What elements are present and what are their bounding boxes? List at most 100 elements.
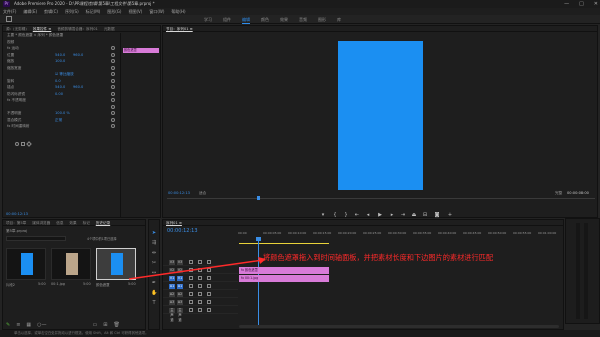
home-icon[interactable] xyxy=(6,16,12,22)
lock-icon[interactable] xyxy=(189,308,193,312)
mark-out-icon[interactable]: } xyxy=(343,212,349,218)
playhead-marker[interactable] xyxy=(257,196,260,200)
menu-clip[interactable]: 剪辑(C) xyxy=(44,8,58,15)
fit-dropdown[interactable]: 适合 xyxy=(199,191,206,196)
work-area-bar[interactable] xyxy=(239,243,329,244)
tab-program[interactable]: 节目：序列01 ≡ xyxy=(166,26,193,31)
project-thumb-2[interactable] xyxy=(51,248,91,280)
track-target[interactable]: 主声道 xyxy=(177,307,183,322)
ellipse-mask-icon[interactable] xyxy=(15,142,19,146)
tab-media-browser[interactable]: 媒体浏览器 xyxy=(32,220,50,225)
eye-icon[interactable] xyxy=(207,308,211,312)
mark-in-icon[interactable]: { xyxy=(332,212,338,218)
track-header[interactable]: A2 A2 xyxy=(163,290,238,298)
reset-icon[interactable] xyxy=(111,72,115,76)
menu-view[interactable]: 视图(V) xyxy=(128,8,142,15)
icon-view-icon[interactable]: ▦ xyxy=(26,323,31,328)
go-to-out-icon[interactable]: ⇥ xyxy=(400,212,406,218)
sync-icon[interactable] xyxy=(198,292,202,296)
maximize-button[interactable]: □ xyxy=(579,0,584,8)
track-target[interactable]: A2 xyxy=(177,291,183,297)
quality-dropdown[interactable]: 完整 xyxy=(555,191,562,196)
reset-icon[interactable] xyxy=(111,52,115,57)
reset-icon[interactable] xyxy=(111,59,115,63)
menu-window[interactable]: 窗口(W) xyxy=(149,8,164,15)
lift-icon[interactable]: ⏏ xyxy=(411,212,417,218)
type-tool-icon[interactable]: T xyxy=(151,300,157,306)
lock-icon[interactable] xyxy=(189,292,193,296)
new-item-icon[interactable]: ⊞ xyxy=(103,323,107,328)
project-search-field[interactable] xyxy=(6,236,66,241)
project-thumb-1[interactable] xyxy=(6,248,46,280)
hand-tool-icon[interactable]: ✋ xyxy=(151,290,157,296)
eye-icon[interactable] xyxy=(207,300,211,304)
source-patch[interactable]: 主声道 xyxy=(169,307,175,322)
source-patch[interactable]: A2 xyxy=(169,291,175,297)
export-frame-icon[interactable]: ◙ xyxy=(434,212,440,218)
playhead-head[interactable] xyxy=(256,237,261,241)
tab-audio-mixer[interactable]: 音频剪辑混合器：序列01 xyxy=(57,26,98,31)
reset-icon[interactable] xyxy=(111,85,115,89)
reset-icon[interactable] xyxy=(111,124,115,128)
workspace-color[interactable]: 颜色 xyxy=(261,15,269,24)
workspace-learn[interactable]: 学习 xyxy=(204,15,212,24)
step-forward-icon[interactable]: ▸ xyxy=(389,212,395,218)
effect-mini-clip[interactable]: 颜色遮罩 xyxy=(123,48,159,53)
workspace-effects[interactable]: 效果 xyxy=(280,15,288,24)
track-header[interactable]: 主声道 主声道 xyxy=(163,306,238,322)
reset-icon[interactable] xyxy=(111,104,115,109)
reset-icon[interactable] xyxy=(111,46,115,50)
track-header[interactable]: A3 A3 xyxy=(163,298,238,306)
zoom-slider-icon[interactable]: ○— xyxy=(37,323,46,328)
tab-markers[interactable]: 标记 xyxy=(83,220,90,225)
delete-icon[interactable]: 🗑 xyxy=(113,323,119,328)
effect-timecode[interactable]: 00:00:12:13 xyxy=(6,212,28,216)
settings-plus-icon[interactable]: + xyxy=(447,212,453,218)
minimize-button[interactable]: — xyxy=(564,0,569,8)
extract-icon[interactable]: ⊟ xyxy=(422,212,428,218)
workspace-graphics[interactable]: 图形 xyxy=(318,15,326,24)
track-target[interactable]: A3 xyxy=(177,299,183,305)
reset-icon[interactable] xyxy=(111,91,115,96)
timeline-scrollbar[interactable] xyxy=(239,325,559,328)
workspace-libraries[interactable]: 库 xyxy=(337,15,341,24)
rectangle-mask-icon[interactable] xyxy=(21,142,25,146)
step-back-icon[interactable]: ◂ xyxy=(365,212,371,218)
workspace-assembly[interactable]: 组件 xyxy=(223,15,231,24)
lock-icon[interactable] xyxy=(189,300,193,304)
reset-icon[interactable] xyxy=(111,117,115,122)
menu-edit[interactable]: 编辑(E) xyxy=(23,8,37,15)
reset-icon[interactable] xyxy=(111,65,115,70)
add-marker-icon[interactable]: ▾ xyxy=(320,212,326,218)
menu-marker[interactable]: 标记(M) xyxy=(86,8,101,15)
tab-effect-controls[interactable]: 效果控件 ≡ xyxy=(33,26,52,31)
tab-project[interactable]: 项目：第5章 xyxy=(6,220,26,225)
pencil-icon[interactable]: ✎ xyxy=(6,323,10,328)
track-select-icon[interactable]: ⇶ xyxy=(151,240,157,246)
tab-source[interactable]: 源：(无剪辑) xyxy=(6,26,27,31)
new-bin-icon[interactable]: ▭ xyxy=(93,323,98,328)
reset-icon[interactable] xyxy=(111,111,115,115)
workspace-editing[interactable]: 编辑 xyxy=(242,15,250,24)
tab-history[interactable]: 历史记录 xyxy=(96,220,110,225)
sync-icon[interactable] xyxy=(198,308,202,312)
tab-effects[interactable]: 效果 xyxy=(69,220,76,225)
selection-tool-icon[interactable]: ➤ xyxy=(151,230,157,236)
close-button[interactable]: ✕ xyxy=(594,0,598,8)
reset-icon[interactable] xyxy=(111,78,115,83)
effect-row[interactable]: fx 时间重映射 xyxy=(3,123,117,130)
tab-sequence[interactable]: 序列01 ≡ xyxy=(166,220,182,225)
go-to-in-icon[interactable]: ⇤ xyxy=(354,212,360,218)
pen-mask-icon[interactable] xyxy=(26,141,32,147)
list-view-icon[interactable]: ≡ xyxy=(16,323,20,328)
play-icon[interactable]: ▶ xyxy=(377,212,383,218)
workspace-audio[interactable]: 音频 xyxy=(299,15,307,24)
menu-sequence[interactable]: 序列(S) xyxy=(65,8,79,15)
menu-file[interactable]: 文件(F) xyxy=(3,8,16,15)
reset-icon[interactable] xyxy=(111,98,115,102)
sync-icon[interactable] xyxy=(198,300,202,304)
timeline-timecode[interactable]: 00:00:12:13 xyxy=(167,228,198,234)
tab-info[interactable]: 信息 xyxy=(56,220,63,225)
source-patch[interactable]: A3 xyxy=(169,299,175,305)
menu-graphics[interactable]: 图形(G) xyxy=(107,8,121,15)
